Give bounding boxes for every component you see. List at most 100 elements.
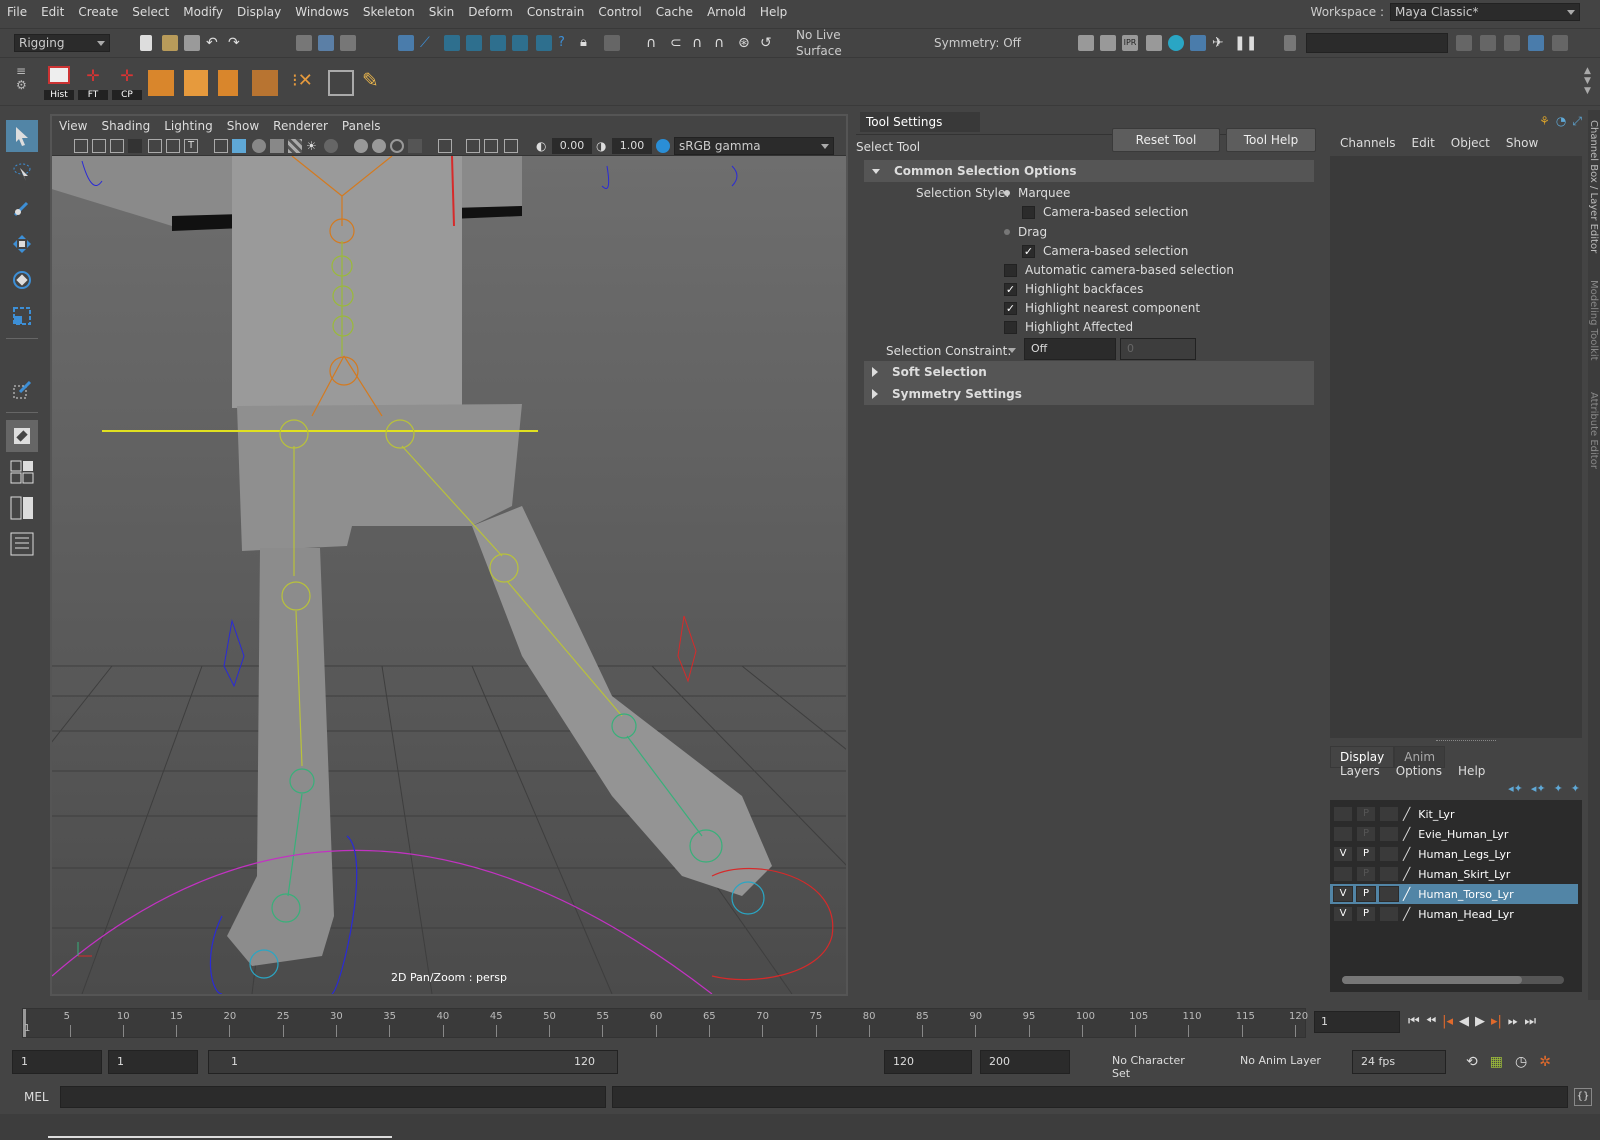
- grid-icon[interactable]: [328, 70, 354, 96]
- channel-box-area[interactable]: [1330, 156, 1582, 738]
- outliner-layout-icon[interactable]: [6, 528, 38, 560]
- menu-select[interactable]: Select: [125, 5, 176, 19]
- undo-icon[interactable]: ↶: [206, 35, 222, 51]
- scale-tool-icon[interactable]: [6, 300, 38, 332]
- symmetry-settings-section[interactable]: Symmetry Settings: [864, 383, 1314, 405]
- lasso-icon[interactable]: ⊂: [670, 35, 686, 51]
- soft-select-icon[interactable]: ⊛: [738, 35, 754, 51]
- live-surface-field[interactable]: No Live Surface: [792, 28, 888, 58]
- menu-skin[interactable]: Skin: [422, 5, 462, 19]
- open-scene-icon[interactable]: [162, 35, 178, 51]
- fps-dropdown[interactable]: 24 fps: [1352, 1050, 1446, 1074]
- select-object-icon[interactable]: [318, 35, 334, 51]
- step-forward-key-icon[interactable]: ⏩︎: [1508, 1014, 1518, 1029]
- sync-icon[interactable]: ◔: [1556, 114, 1566, 129]
- film-gate-icon[interactable]: [166, 139, 180, 153]
- tool-help-button[interactable]: Tool Help: [1226, 128, 1316, 152]
- playback-prefs-icon[interactable]: ✲: [1539, 1054, 1551, 1070]
- layer-visibility-toggle[interactable]: V: [1333, 906, 1353, 922]
- highlight-nearest-checkbox[interactable]: ✓ Highlight nearest component: [1004, 301, 1200, 315]
- default-material-icon[interactable]: [252, 139, 266, 153]
- render-sequence-icon[interactable]: ✈: [1212, 35, 1228, 51]
- render-settings-icon[interactable]: [1146, 35, 1162, 51]
- lights-icon[interactable]: ☀: [306, 139, 320, 153]
- snap-together-icon[interactable]: ∩: [692, 35, 708, 51]
- layer-list-scrollbar[interactable]: [1342, 976, 1564, 984]
- layer-visibility-toggle[interactable]: V: [1333, 846, 1353, 862]
- mel-label[interactable]: MEL: [24, 1090, 49, 1104]
- viewport-menu-show[interactable]: Show: [220, 119, 266, 133]
- menu-windows[interactable]: Windows: [288, 5, 356, 19]
- highlight-backfaces-checkbox[interactable]: ✓ Highlight backfaces: [1004, 282, 1143, 296]
- drag-radio[interactable]: Drag: [1004, 225, 1047, 239]
- camera-attributes-icon[interactable]: [92, 139, 106, 153]
- snap-curve-icon[interactable]: ⟋: [420, 35, 436, 51]
- snap-view-icon[interactable]: [466, 35, 482, 51]
- character-set-dropdown[interactable]: No Character Set: [1104, 1050, 1204, 1080]
- new-scene-icon[interactable]: [140, 35, 152, 51]
- perspective-viewport[interactable]: View Shading Lighting Show Renderer Pane…: [50, 114, 848, 996]
- attribute-editor-tab[interactable]: Attribute Editor: [1588, 392, 1599, 469]
- select-hierarchy-icon[interactable]: [296, 35, 312, 51]
- range-slider-bar[interactable]: 1 120: [208, 1050, 618, 1074]
- help-snap-icon[interactable]: ?: [558, 35, 574, 51]
- menu-control[interactable]: Control: [591, 5, 648, 19]
- shelf-scroll-icon[interactable]: ▲ ▼ ▼: [1584, 66, 1591, 96]
- character-controls-icon[interactable]: [1480, 35, 1496, 51]
- wireframe-on-shaded-icon[interactable]: [270, 139, 284, 153]
- color-management-icon[interactable]: [656, 139, 670, 153]
- scrollbar-thumb[interactable]: [1342, 976, 1522, 984]
- axis-icon[interactable]: ⚘: [1539, 114, 1550, 129]
- color-space-dropdown[interactable]: sRGB gamma: [674, 137, 834, 155]
- layer-type-toggle[interactable]: [1379, 886, 1399, 902]
- center-pivot-shelf-button[interactable]: ✛ CP: [112, 66, 142, 100]
- textured-icon[interactable]: [288, 139, 302, 153]
- marquee-radio[interactable]: Marquee: [1004, 186, 1070, 200]
- layer-playback-toggle[interactable]: P: [1356, 886, 1376, 902]
- layer-color-swatch[interactable]: ╱: [1403, 867, 1410, 881]
- layer-visibility-toggle[interactable]: [1333, 806, 1353, 822]
- layer-row-selected[interactable]: V P ╱ Human_Torso_Lyr: [1330, 884, 1578, 904]
- layer-type-toggle[interactable]: [1379, 806, 1399, 822]
- snap-face-icon[interactable]: [536, 35, 552, 51]
- object-menu[interactable]: Object: [1443, 136, 1498, 150]
- xray-joints-icon[interactable]: [484, 139, 498, 153]
- automatic-camera-selection-checkbox[interactable]: Automatic camera-based selection: [1004, 263, 1234, 277]
- rotate-tool-icon[interactable]: [6, 264, 38, 296]
- exposure-icon[interactable]: ◐: [536, 139, 550, 153]
- two-view-layout-icon[interactable]: [6, 492, 38, 524]
- layer-color-swatch[interactable]: ╱: [1403, 907, 1410, 921]
- layer-help-menu[interactable]: Help: [1450, 764, 1493, 778]
- move-tool-icon[interactable]: [6, 228, 38, 260]
- modeling-toolkit-tab[interactable]: Modeling Toolkit: [1588, 280, 1599, 361]
- lock-icon[interactable]: 🔒︎: [580, 35, 596, 51]
- search-field[interactable]: [1306, 33, 1448, 53]
- cube-icon[interactable]: [148, 70, 174, 96]
- layer-type-toggle[interactable]: [1379, 906, 1399, 922]
- split-box-icon[interactable]: [218, 70, 238, 96]
- current-frame-field[interactable]: 1: [1314, 1011, 1400, 1033]
- splitter-handle[interactable]: [1436, 740, 1496, 742]
- channel-box-layer-editor-tab[interactable]: Channel Box / Layer Editor: [1588, 120, 1599, 253]
- playback-end-field[interactable]: 120: [884, 1050, 972, 1074]
- step-forward-frame-icon[interactable]: ▸|: [1491, 1014, 1502, 1029]
- layer-type-toggle[interactable]: [1379, 826, 1399, 842]
- mel-command-input[interactable]: [60, 1086, 606, 1108]
- expand-icon[interactable]: ⤢: [1572, 114, 1582, 129]
- paint-icon[interactable]: ✎: [362, 68, 388, 100]
- hist-shelf-button[interactable]: Hist: [44, 66, 74, 100]
- viewport-menu-renderer[interactable]: Renderer: [266, 119, 335, 133]
- xray-icon[interactable]: [466, 139, 480, 153]
- layer-visibility-toggle[interactable]: [1333, 826, 1353, 842]
- layer-color-swatch[interactable]: ╱: [1403, 847, 1410, 861]
- common-selection-section[interactable]: Common Selection Options: [864, 160, 1314, 182]
- tool-settings-tab[interactable]: Tool Settings: [860, 112, 980, 132]
- menu-deform[interactable]: Deform: [461, 5, 520, 19]
- layer-row[interactable]: P ╱ Evie_Human_Lyr: [1330, 824, 1578, 844]
- menu-help[interactable]: Help: [753, 5, 794, 19]
- last-tool-icon[interactable]: [6, 374, 38, 406]
- layer-playback-toggle[interactable]: P: [1356, 806, 1376, 822]
- render-view-icon[interactable]: [1078, 35, 1094, 51]
- loop-icon[interactable]: ⟲: [1466, 1054, 1478, 1070]
- delete-history-icon[interactable]: ⁝✕: [292, 70, 316, 102]
